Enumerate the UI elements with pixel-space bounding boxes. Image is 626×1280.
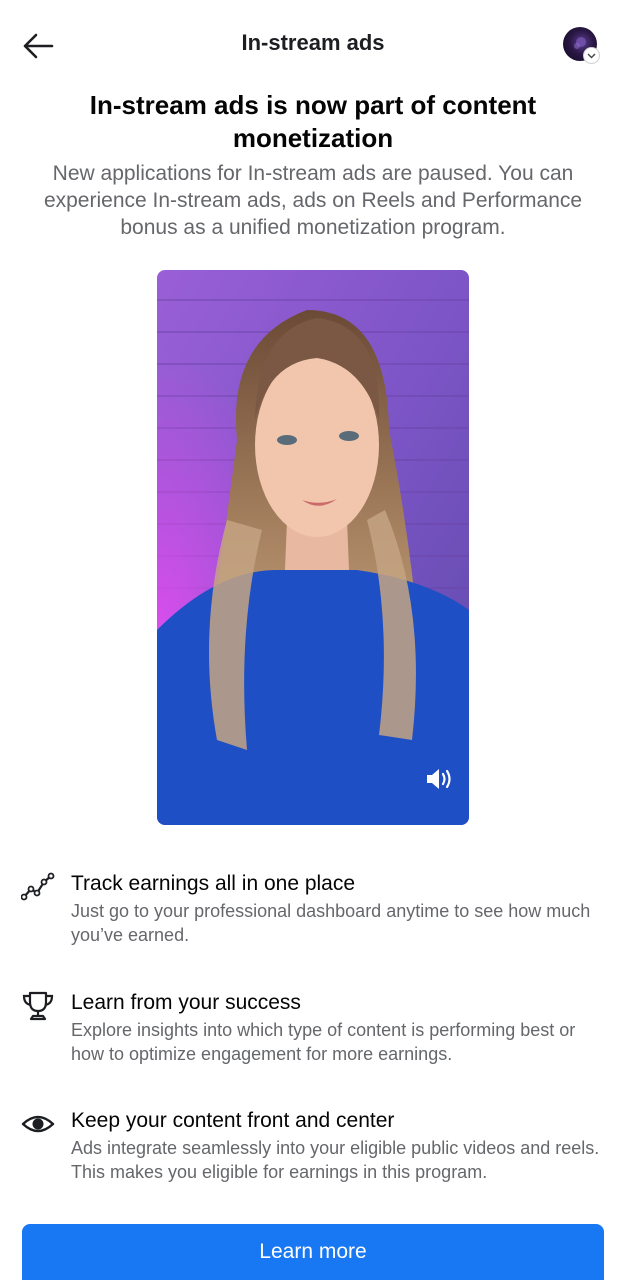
scroll-fade bbox=[0, 1180, 626, 1204]
feature-title: Keep your content front and center bbox=[71, 1110, 395, 1132]
video-preview[interactable] bbox=[157, 270, 469, 825]
page-title: In-stream ads bbox=[241, 30, 385, 55]
feature-description: Just go to your professional dashboard a… bbox=[71, 901, 591, 945]
feature-title: Track earnings all in one place bbox=[71, 872, 356, 895]
feature-description: Ads integrate seamlessly into your eligi… bbox=[71, 1138, 600, 1182]
video-frame bbox=[157, 270, 469, 825]
feature-description: Explore insights into which type of cont… bbox=[71, 1020, 576, 1064]
chevron-down-icon bbox=[583, 47, 600, 64]
trophy-icon bbox=[20, 988, 56, 1024]
trend-line-icon bbox=[20, 869, 56, 905]
volume-button[interactable] bbox=[423, 763, 455, 795]
subtext: New applications for In-stream ads are p… bbox=[43, 162, 583, 239]
headline: In-stream ads is now part of content mon… bbox=[89, 90, 537, 153]
speaker-icon bbox=[427, 769, 451, 789]
feature-title: Learn from your success bbox=[71, 991, 301, 1014]
eye-icon bbox=[20, 1110, 56, 1142]
learn-more-button[interactable]: Learn more bbox=[22, 1224, 604, 1280]
profile-avatar[interactable] bbox=[563, 27, 600, 64]
top-bar: In-stream ads bbox=[0, 0, 626, 90]
